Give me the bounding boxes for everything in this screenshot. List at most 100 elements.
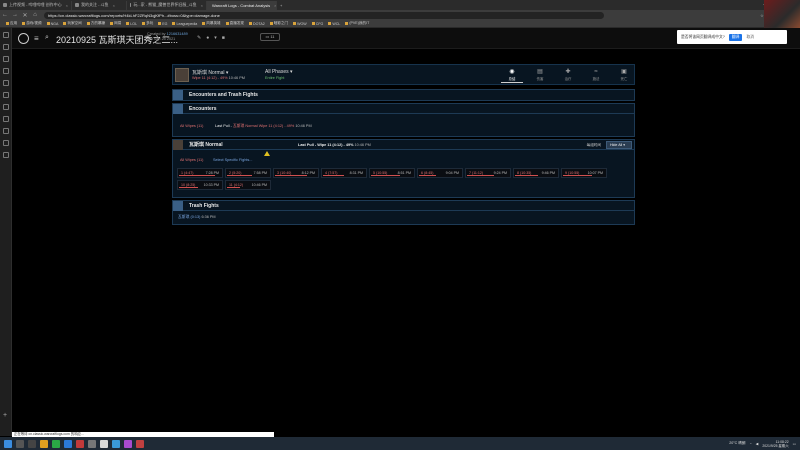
sidebar-tools-icon[interactable] bbox=[3, 104, 9, 110]
home-icon[interactable]: ⌂ bbox=[30, 12, 40, 18]
fight-tile[interactable]: 6 (8:45) 9:04 PM bbox=[417, 168, 463, 178]
wechat-icon[interactable] bbox=[52, 439, 60, 448]
app-icon[interactable] bbox=[88, 439, 96, 448]
select-specific-fights-link[interactable]: Select Specific Fights... bbox=[213, 158, 252, 162]
bookmark-item[interactable]: 玩家空间 bbox=[61, 21, 83, 26]
sidebar-chat-icon[interactable] bbox=[3, 116, 9, 122]
new-tab-button[interactable]: + bbox=[277, 1, 285, 10]
sidebar-home-icon[interactable] bbox=[3, 32, 9, 38]
fight-tile[interactable]: 2 (5:20) 7:58 PM bbox=[225, 168, 271, 178]
death-icon: ▣ bbox=[621, 69, 627, 75]
start-icon[interactable] bbox=[4, 439, 12, 448]
browser-tab-active[interactable]: Warcraft Logs - Combat Analysis × bbox=[207, 0, 277, 10]
last-pull-link[interactable]: Last Pull - 瓦斯琪 Normal Wipe 11 (4:12) - … bbox=[215, 124, 312, 129]
close-icon[interactable]: × bbox=[201, 3, 203, 8]
fight-tile[interactable]: 7 (11:12) 9:24 PM bbox=[465, 168, 511, 178]
bookmark-item[interactable]: DOTA2 bbox=[247, 22, 267, 26]
bookmark-item[interactable]: 应用 bbox=[4, 21, 19, 26]
fight-tile[interactable]: 3 (10:40) 8:12 PM bbox=[273, 168, 319, 178]
browser-tab[interactable]: 我的关注 - 斗鱼 × bbox=[72, 0, 127, 10]
tab-damage[interactable]: ▤ 伤害 bbox=[529, 68, 551, 83]
sidebar-notes-icon[interactable] bbox=[3, 92, 9, 98]
sidebar-cart-icon[interactable] bbox=[3, 128, 9, 134]
app-icon[interactable] bbox=[136, 439, 144, 448]
close-icon[interactable]: × bbox=[66, 3, 68, 8]
trash-fight-item[interactable]: 瓦斯琪 (0:13) 6:36 PM bbox=[178, 215, 216, 220]
boss-last-pull[interactable]: Last Pull - Wipe 11 (4:12) - 49% 10:46 P… bbox=[298, 143, 371, 147]
tab-summary[interactable]: ◉ 总结 bbox=[501, 68, 523, 83]
sidebar-search-icon[interactable] bbox=[3, 68, 9, 74]
reload-icon[interactable]: ✕ bbox=[20, 12, 30, 19]
sidebar-apps-icon[interactable] bbox=[3, 140, 9, 146]
creator-link[interactable]: 1216631489 bbox=[167, 32, 188, 36]
fight-tile[interactable]: 4 (7:57) 8:31 PM bbox=[321, 168, 367, 178]
edit-icon[interactable]: ✎ bbox=[197, 35, 201, 41]
phase-selector[interactable]: All Phases ▾ bbox=[265, 69, 293, 75]
bookmark-item[interactable]: (PVE)我的IT bbox=[343, 21, 371, 26]
bookmark-item[interactable]: WOW bbox=[291, 22, 309, 26]
hide-all-button[interactable]: Hide All ▾ bbox=[606, 141, 632, 149]
browser-tab[interactable]: 玩...家 - 熊猫_魔兽世界怀旧服_斗鱼 × bbox=[127, 0, 207, 10]
bookmark-item[interactable]: NGA bbox=[45, 22, 61, 26]
bookmark-icon bbox=[269, 22, 273, 25]
app-icon[interactable] bbox=[112, 439, 120, 448]
sort-label[interactable]: 每组时间 bbox=[587, 143, 601, 148]
boss-all-wipes-link[interactable]: All Wipes (11) bbox=[180, 158, 203, 162]
bookmark-item[interactable]: 网易 bbox=[108, 21, 123, 26]
bookmark-item[interactable]: 直播发现 bbox=[224, 21, 246, 26]
bookmark-item[interactable]: WCL bbox=[326, 22, 342, 26]
task-view-icon[interactable] bbox=[28, 439, 36, 448]
weather-label[interactable]: 20°C 晴朗 bbox=[729, 441, 745, 446]
bookmark-item[interactable]: 风暴英雄 bbox=[200, 21, 222, 26]
bookmark-item[interactable]: 暗影之门 bbox=[268, 21, 290, 26]
back-icon[interactable]: ← bbox=[0, 12, 10, 18]
menu-icon[interactable]: ≡ bbox=[34, 35, 39, 43]
download-icon[interactable]: ▾ bbox=[214, 35, 217, 41]
url-input[interactable]: https://cn.classic.warcraftlogs.com/repo… bbox=[44, 11, 604, 19]
search-icon[interactable]: ⌕ bbox=[45, 34, 49, 42]
chart-icon: ▤ bbox=[537, 69, 543, 75]
boss-selector[interactable]: 瓦斯琪 Normal ▾ bbox=[192, 69, 228, 76]
sidebar-download-icon[interactable] bbox=[3, 80, 9, 86]
fight-tile[interactable]: 11 (4:12) 10:46 PM bbox=[225, 180, 271, 190]
close-icon[interactable]: × bbox=[113, 3, 115, 8]
translate-button[interactable]: 翻译 bbox=[728, 33, 743, 41]
sidebar-add-icon[interactable]: + bbox=[3, 412, 9, 419]
bookmark-item[interactable]: LOL bbox=[124, 22, 139, 26]
comments-button[interactable]: ▭ 11 bbox=[260, 33, 280, 41]
notification-icon[interactable]: ▭ bbox=[793, 442, 796, 446]
sidebar-history-icon[interactable] bbox=[3, 56, 9, 62]
explorer-icon[interactable] bbox=[40, 439, 48, 448]
bookmark-item[interactable]: 多玩 bbox=[140, 21, 155, 26]
sidebar-star-icon[interactable] bbox=[3, 44, 9, 50]
tab-deaths[interactable]: ▣ 死亡 bbox=[613, 68, 635, 83]
bookmark-item[interactable]: Leaguepedia bbox=[170, 22, 199, 26]
sidebar-settings-icon[interactable] bbox=[3, 152, 9, 158]
bookmark-item[interactable]: 游戏/视频 bbox=[20, 21, 43, 26]
delete-icon[interactable]: ■ bbox=[222, 35, 225, 41]
browser-tab[interactable]: 上传视频 - 哔哩哔哩 创作中心 × bbox=[0, 0, 72, 10]
fight-tile[interactable]: 5 (10:55) 8:51 PM bbox=[369, 168, 415, 178]
tab-healing[interactable]: ✚ 治疗 bbox=[557, 68, 579, 83]
lock-icon[interactable]: ● bbox=[206, 35, 209, 41]
bookmark-item[interactable]: EG bbox=[156, 22, 169, 26]
fight-tile[interactable]: 9 (10:55) 10:07 PM bbox=[561, 168, 607, 178]
browser-icon[interactable] bbox=[64, 439, 72, 448]
bookmark-item[interactable]: 方的暴躁 bbox=[85, 21, 107, 26]
app-icon[interactable] bbox=[100, 439, 108, 448]
all-wipes-link[interactable]: All Wipes (11) bbox=[180, 124, 203, 128]
network-icon[interactable]: ◔ bbox=[749, 442, 751, 446]
bookmark-item[interactable]: CFG bbox=[310, 22, 326, 26]
fight-tile[interactable]: 1 (4:47) 7:28 PM bbox=[177, 168, 223, 178]
volume-icon[interactable]: ◀ bbox=[756, 442, 759, 446]
forward-icon[interactable]: → bbox=[10, 12, 20, 18]
warcraftlogs-logo-icon[interactable] bbox=[18, 33, 29, 44]
search-icon[interactable] bbox=[16, 439, 24, 448]
app-icon[interactable] bbox=[124, 439, 132, 448]
app-icon[interactable] bbox=[76, 439, 84, 448]
tab-casts[interactable]: ≈ 施法 bbox=[585, 68, 607, 83]
clock[interactable]: 11:08:22 2021/9/25 星期六 bbox=[762, 440, 788, 448]
fight-tile[interactable]: 10 (8:25) 10:33 PM bbox=[177, 180, 223, 190]
fight-tile[interactable]: 8 (10:35) 9:46 PM bbox=[513, 168, 559, 178]
cancel-button[interactable]: 取消 bbox=[746, 35, 754, 40]
